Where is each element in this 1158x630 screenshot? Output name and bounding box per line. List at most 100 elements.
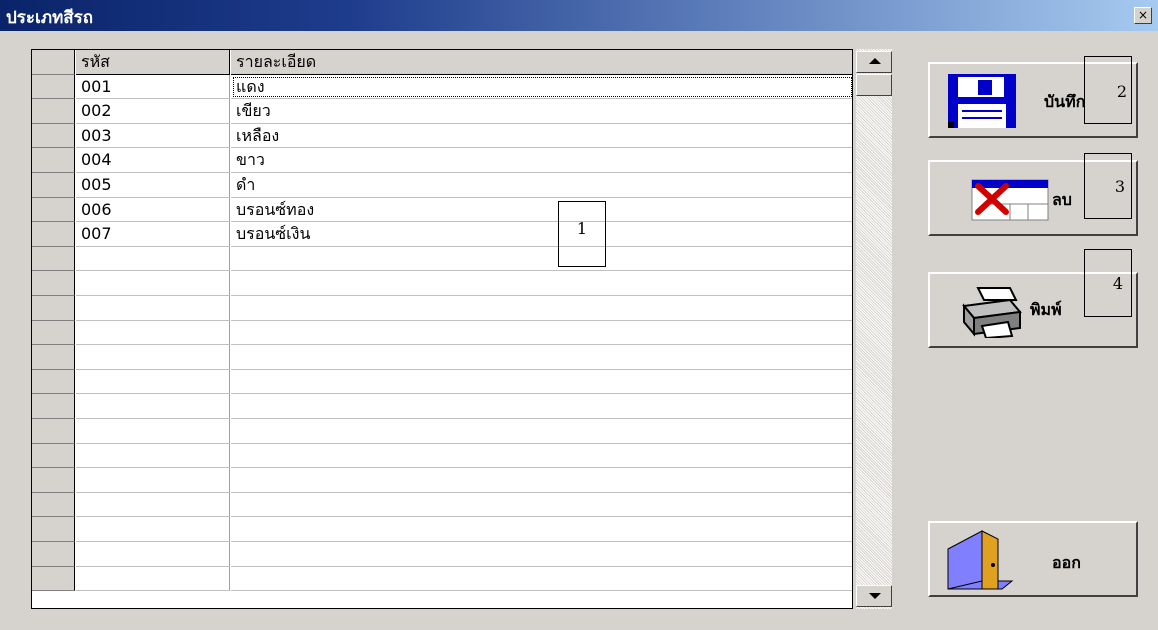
table-row[interactable] [32, 468, 852, 493]
table-row[interactable] [32, 246, 852, 272]
table-row[interactable]: 005 ดำ [32, 173, 852, 198]
table-row[interactable]: 007 บรอนซ์เงิน [32, 222, 852, 247]
row-selector[interactable] [32, 271, 75, 296]
table-row[interactable] [32, 296, 852, 321]
code-cell[interactable]: 002 [76, 99, 230, 124]
description-cell[interactable]: ขาว [231, 148, 852, 173]
row-selector[interactable] [32, 246, 75, 272]
table-row[interactable] [32, 492, 852, 518]
row-selector[interactable] [32, 296, 75, 321]
row-selector[interactable] [32, 197, 75, 223]
description-cell[interactable] [231, 493, 852, 518]
annotation-3: 3 [1084, 153, 1132, 219]
table-row[interactable]: 001 แดง [32, 74, 852, 100]
table-row[interactable] [32, 320, 852, 346]
code-cell[interactable] [76, 320, 230, 346]
row-selector[interactable] [32, 320, 75, 346]
code-cell[interactable]: 004 [76, 148, 230, 173]
title-bar: ประเภทสีรถ × [0, 0, 1158, 31]
code-cell[interactable] [76, 296, 230, 321]
description-cell[interactable] [231, 468, 852, 493]
table-row[interactable] [32, 271, 852, 296]
code-cell[interactable] [76, 419, 230, 444]
description-cell[interactable]: บรอนซ์ทอง [231, 198, 852, 223]
description-cell[interactable] [231, 517, 852, 542]
table-row[interactable]: 006 บรอนซ์ทอง [32, 197, 852, 223]
row-selector[interactable] [32, 517, 75, 542]
table-row[interactable] [32, 419, 852, 444]
close-button[interactable]: × [1134, 7, 1152, 24]
description-cell[interactable]: เหลือง [231, 124, 852, 149]
exit-door-icon [947, 530, 1014, 590]
description-cell[interactable] [231, 321, 852, 346]
table-row[interactable]: 004 ขาว [32, 148, 852, 173]
row-selector[interactable] [32, 443, 75, 469]
row-selector[interactable] [32, 123, 75, 149]
row-selector[interactable] [32, 468, 75, 493]
description-cell[interactable] [231, 370, 852, 395]
code-cell[interactable] [76, 517, 230, 542]
color-type-window: ประเภทสีรถ × รหัส รายละเอียด 001 แดง 002 เขีย… [0, 0, 1158, 630]
description-cell[interactable] [231, 394, 852, 419]
annotation-1: 1 [558, 201, 606, 267]
table-row[interactable] [32, 566, 852, 592]
code-cell[interactable] [76, 468, 230, 493]
row-selector[interactable] [32, 345, 75, 370]
arrow-up-icon [869, 58, 881, 64]
code-cell[interactable] [76, 394, 230, 419]
row-selector[interactable] [32, 394, 75, 419]
table-row[interactable]: 002 เขียว [32, 99, 852, 124]
description-cell[interactable] [231, 345, 852, 370]
description-cell[interactable] [231, 296, 852, 321]
code-cell[interactable]: 003 [76, 123, 230, 149]
description-cell[interactable] [231, 271, 852, 296]
description-cell[interactable]: แดง [231, 75, 852, 100]
description-cell[interactable] [231, 567, 852, 592]
row-selector[interactable] [32, 542, 75, 567]
table-row[interactable] [32, 443, 852, 469]
exit-button[interactable]: ออก [928, 521, 1138, 597]
code-cell[interactable]: 006 [76, 197, 230, 223]
table-row[interactable] [32, 394, 852, 419]
row-selector[interactable] [32, 566, 75, 592]
vertical-scrollbar[interactable] [856, 49, 892, 609]
code-cell[interactable] [76, 492, 230, 518]
row-selector[interactable] [32, 74, 75, 100]
row-selector[interactable] [32, 148, 75, 173]
column-header-description: รายละเอียด [231, 50, 852, 75]
code-cell[interactable] [76, 246, 230, 272]
description-cell[interactable] [231, 247, 852, 272]
code-cell[interactable] [76, 369, 230, 395]
row-selector[interactable] [32, 369, 75, 395]
description-cell[interactable]: เขียว [231, 99, 852, 124]
scroll-down-button[interactable] [856, 585, 892, 607]
description-cell[interactable] [231, 542, 852, 567]
row-selector[interactable] [32, 99, 75, 124]
code-cell[interactable] [76, 542, 230, 567]
code-cell[interactable] [76, 443, 230, 469]
table-row[interactable] [32, 542, 852, 567]
row-selector[interactable] [32, 222, 75, 247]
row-selector[interactable] [32, 419, 75, 444]
table-row[interactable]: 003 เหลือง [32, 123, 852, 149]
printer-icon [962, 287, 1022, 338]
code-cell[interactable]: 005 [76, 173, 230, 198]
color-grid[interactable]: รหัส รายละเอียด 001 แดง 002 เขียว 003 เหลือง 004… [31, 49, 853, 609]
description-cell[interactable]: ดำ [231, 173, 852, 198]
table-row[interactable] [32, 369, 852, 395]
description-cell[interactable] [231, 444, 852, 469]
description-cell[interactable] [231, 419, 852, 444]
description-cell[interactable]: บรอนซ์เงิน [231, 222, 852, 247]
row-selector[interactable] [32, 492, 75, 518]
code-cell[interactable] [76, 271, 230, 296]
table-row[interactable] [32, 517, 852, 542]
scroll-up-button[interactable] [856, 51, 892, 73]
code-cell[interactable]: 007 [76, 222, 230, 247]
table-row[interactable] [32, 345, 852, 370]
code-cell[interactable]: 001 [76, 74, 230, 100]
code-cell[interactable] [76, 566, 230, 592]
row-selector[interactable] [32, 173, 75, 198]
code-cell[interactable] [76, 345, 230, 370]
delete-record-icon [971, 179, 1049, 221]
scroll-thumb[interactable] [856, 74, 892, 96]
